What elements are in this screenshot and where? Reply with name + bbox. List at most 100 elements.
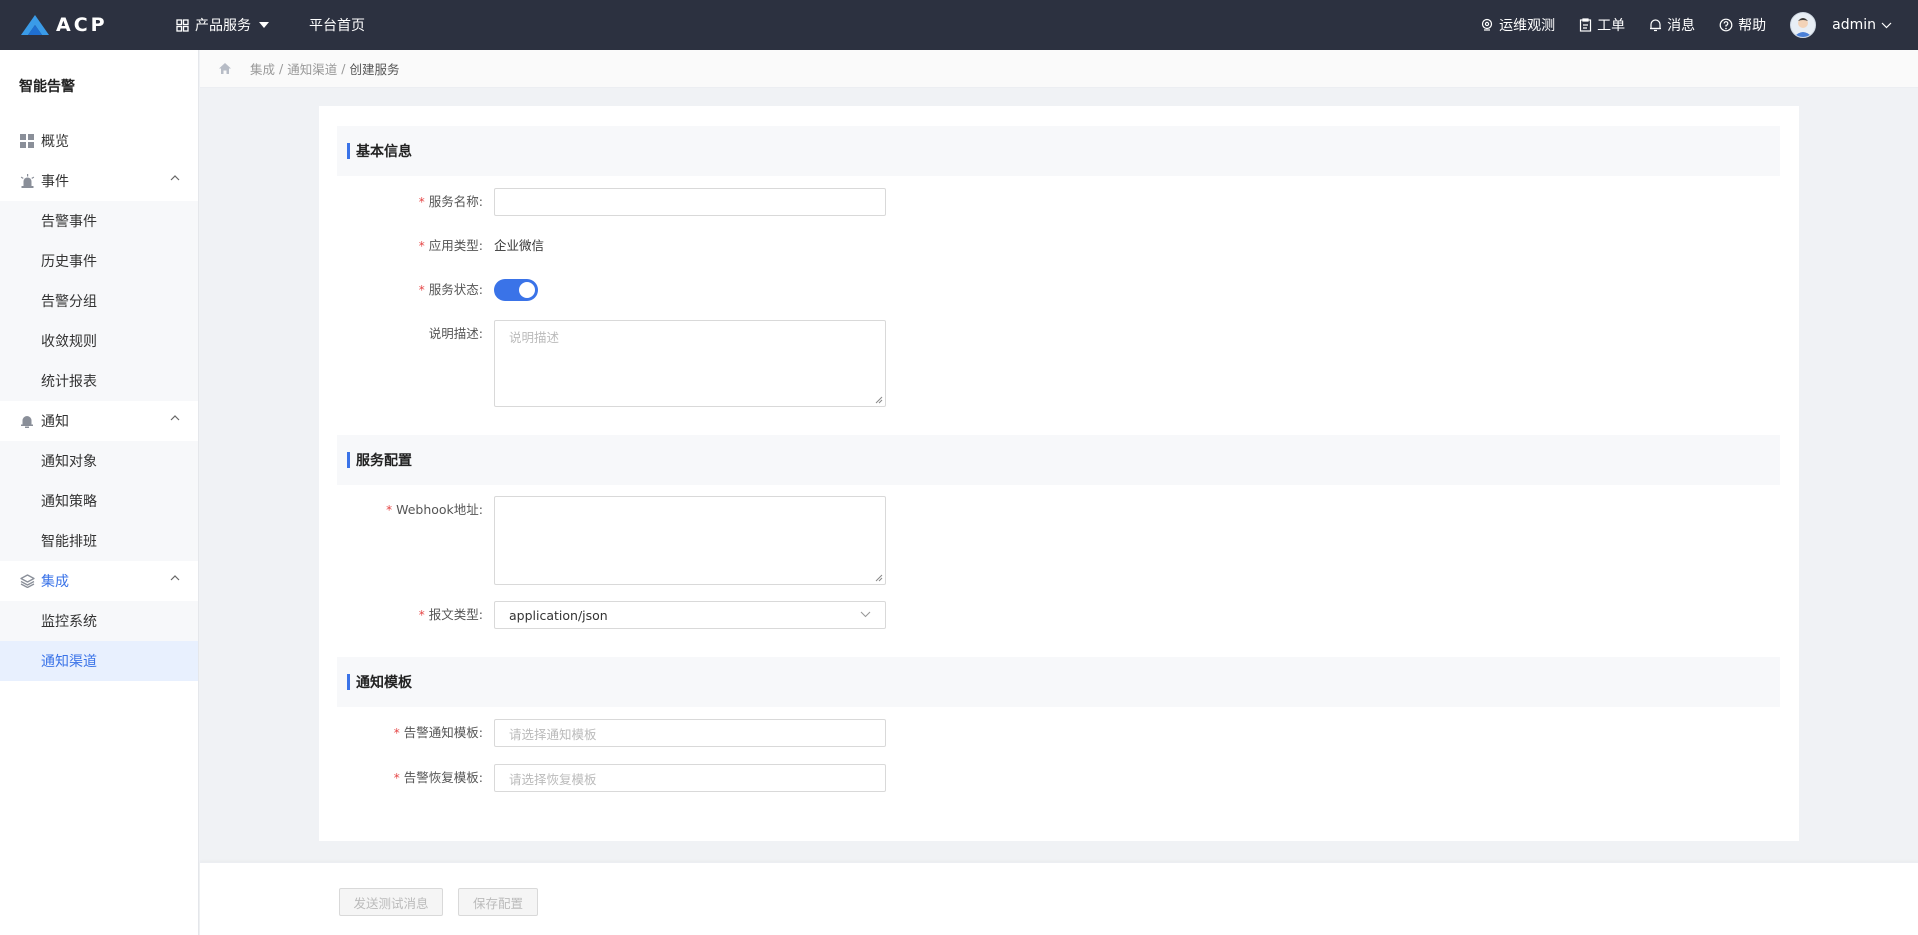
sidebar-item-notify-channels[interactable]: 通知渠道: [0, 641, 198, 681]
sidebar-group-notify-label: 通知: [41, 414, 69, 430]
service-status-toggle[interactable]: [494, 279, 538, 301]
service-name-input[interactable]: [494, 188, 886, 216]
section-basic-info-title: 基本信息: [356, 144, 412, 160]
location-pin-icon: [1482, 18, 1493, 31]
recovery-template-label-text: 告警恢复模板:: [403, 770, 483, 785]
description-label-text: 说明描述:: [428, 326, 483, 341]
webhook-label-text: Webhook地址:: [396, 502, 483, 517]
dashboard-icon: [19, 133, 35, 149]
section-service-config: 服务配置: [337, 435, 1780, 485]
description-placeholder: 说明描述: [509, 330, 560, 345]
sidebar-item-monitoring-systems[interactable]: 监控系统: [0, 601, 198, 641]
work-order-label: 工单: [1597, 18, 1626, 34]
sidebar-item-alert-events[interactable]: 告警事件: [0, 201, 198, 241]
required-mark: *: [418, 195, 425, 209]
recovery-template-select[interactable]: 请选择恢复模板: [494, 764, 886, 792]
app-type-label: * 应用类型:: [319, 232, 494, 260]
app-type-value: 企业微信: [494, 238, 545, 253]
chevron-down-icon: [860, 611, 871, 618]
ops-observe-label: 运维观测: [1499, 18, 1556, 34]
resize-grip-icon[interactable]: [875, 396, 883, 404]
sidebar-submenu-events: 告警事件 历史事件 告警分组 收敛规则 统计报表: [0, 201, 198, 401]
sidebar-group-notify[interactable]: 通知: [0, 401, 198, 441]
payload-type-label-text: 报文类型:: [428, 607, 483, 622]
sidebar: 智能告警 概览 事件 告警事件 历史事件 告警分组 收敛规则 统计报表 通知 通…: [0, 50, 199, 935]
alert-template-label-text: 告警通知模板:: [403, 725, 483, 740]
service-status-label-text: 服务状态:: [428, 282, 483, 297]
grid-icon: [176, 18, 189, 32]
help-link[interactable]: 帮助: [1719, 15, 1766, 35]
sidebar-item-notify-policies[interactable]: 通知策略: [0, 481, 198, 521]
row-recovery-template: * 告警恢复模板: 请选择恢复模板: [319, 764, 1799, 792]
row-service-name: * 服务名称:: [319, 188, 1799, 216]
ops-observe-link[interactable]: 运维观测: [1480, 15, 1555, 35]
sidebar-submenu-notify: 通知对象 通知策略 智能排班: [0, 441, 198, 561]
sidebar-group-events[interactable]: 事件: [0, 161, 198, 201]
nav-platform-home[interactable]: 平台首页: [309, 15, 365, 35]
work-order-link[interactable]: 工单: [1579, 15, 1625, 35]
sidebar-item-alert-groups[interactable]: 告警分组: [0, 281, 198, 321]
description-textarea[interactable]: 说明描述: [494, 320, 886, 407]
chevron-up-icon: [170, 575, 180, 581]
nav-product-services-label: 产品服务: [195, 18, 251, 34]
clipboard-icon: [1580, 18, 1592, 32]
breadcrumb-link-notify-channels[interactable]: 通知渠道: [287, 59, 337, 78]
help-label: 帮助: [1738, 18, 1767, 34]
description-label: 说明描述:: [319, 320, 494, 348]
section-accent-bar: [347, 452, 350, 468]
sidebar-item-smart-scheduling[interactable]: 智能排班: [0, 521, 198, 561]
top-bar: ACP 产品服务 平台首页 运维观测 工单 消息 帮助 admin: [0, 0, 1918, 50]
sidebar-title: 智能告警: [19, 78, 75, 95]
breadcrumb-separator: /: [341, 61, 346, 76]
sidebar-group-integration[interactable]: 集成: [0, 561, 198, 601]
logo[interactable]: ACP: [20, 14, 140, 36]
service-name-label-text: 服务名称:: [428, 194, 483, 209]
chevron-up-icon: [170, 175, 180, 181]
send-test-message-button[interactable]: 发送测试消息: [339, 888, 443, 916]
row-webhook: * Webhook地址:: [319, 496, 1799, 585]
sidebar-item-overview[interactable]: 概览: [0, 121, 198, 161]
row-service-status: * 服务状态:: [319, 276, 1799, 304]
sidebar-item-notify-targets[interactable]: 通知对象: [0, 441, 198, 481]
chevron-up-icon: [170, 415, 180, 421]
messages-link[interactable]: 消息: [1649, 15, 1695, 35]
app-type-label-text: 应用类型:: [428, 238, 483, 253]
required-mark: *: [418, 608, 425, 622]
avatar[interactable]: [1790, 12, 1817, 38]
sidebar-item-history-events[interactable]: 历史事件: [0, 241, 198, 281]
save-config-button[interactable]: 保存配置: [458, 888, 538, 916]
user-name: admin: [1832, 17, 1876, 33]
alert-template-select[interactable]: 请选择通知模板: [494, 719, 886, 747]
user-menu[interactable]: admin: [1832, 17, 1892, 33]
sidebar-item-convergence-rules[interactable]: 收敛规则: [0, 321, 198, 361]
payload-type-select[interactable]: application/json: [494, 601, 886, 629]
row-app-type: * 应用类型: 企业微信: [319, 232, 1799, 260]
user-avatar-icon: [1794, 18, 1813, 37]
toggle-knob: [519, 282, 535, 298]
required-mark: *: [418, 239, 425, 253]
section-notify-template: 通知模板: [337, 657, 1780, 707]
row-description: 说明描述: 说明描述: [319, 320, 1799, 407]
service-name-label: * 服务名称:: [319, 188, 494, 216]
nav-product-services[interactable]: 产品服务: [176, 15, 269, 35]
messages-label: 消息: [1667, 18, 1696, 34]
row-payload-type: * 报文类型: application/json: [319, 601, 1799, 629]
section-accent-bar: [347, 674, 350, 690]
required-mark: *: [418, 283, 425, 297]
sidebar-item-overview-label: 概览: [41, 134, 69, 150]
sidebar-group-events-label: 事件: [41, 174, 69, 190]
caret-down-icon: [259, 22, 269, 28]
bell-icon: [19, 413, 35, 429]
breadcrumb-link-integration[interactable]: 集成: [250, 59, 275, 78]
resize-grip-icon[interactable]: [875, 574, 883, 582]
alarm-light-icon: [19, 173, 35, 189]
breadcrumb-current: 创建服务: [349, 62, 400, 77]
section-service-config-title: 服务配置: [356, 453, 412, 469]
sidebar-item-statistics-reports[interactable]: 统计报表: [0, 361, 198, 401]
row-alert-template: * 告警通知模板: 请选择通知模板: [319, 719, 1799, 747]
sidebar-submenu-integration: 监控系统 通知渠道: [0, 601, 198, 681]
home-icon[interactable]: [218, 62, 232, 75]
webhook-textarea[interactable]: [494, 496, 886, 585]
required-mark: *: [393, 726, 400, 740]
chevron-down-icon: [1881, 22, 1892, 28]
